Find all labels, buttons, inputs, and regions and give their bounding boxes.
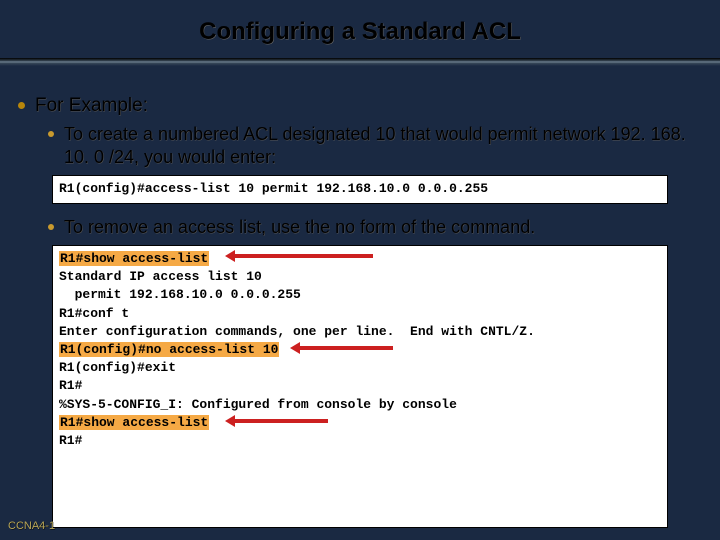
code-line-highlight: R1#show access-list [59, 415, 209, 430]
arrow-annotation-icon [233, 254, 373, 258]
code-line: R1# [59, 378, 82, 393]
code-block-create: R1(config)#access-list 10 permit 192.168… [52, 175, 668, 203]
arrow-annotation-icon [298, 346, 393, 350]
arrow-annotation-icon [233, 419, 328, 423]
code-line: R1(config)#exit [59, 360, 176, 375]
footer-left: CCNA4-1 [8, 520, 55, 532]
bullet-dot-icon [18, 102, 25, 109]
code-line: %SYS-5-CONFIG_I: Configured from console… [59, 397, 457, 412]
code-block-remove: R1#show access-list Standard IP access l… [52, 245, 668, 528]
bullet-text: To create a numbered ACL designated 10 t… [64, 123, 702, 170]
code-line: permit 192.168.10.0 0.0.0.255 [59, 287, 301, 302]
bullet-create: To create a numbered ACL designated 10 t… [48, 123, 702, 170]
slide-title: Configuring a Standard ACL [0, 0, 720, 58]
code-line-highlight: R1(config)#no access-list 10 [59, 342, 279, 357]
bullet-remove: To remove an access list, use the no for… [48, 216, 702, 239]
bullet-dot-icon [48, 224, 54, 230]
code-line: R1(config)#access-list 10 permit 192.168… [59, 181, 488, 196]
content-area: For Example: To create a numbered ACL de… [0, 94, 720, 528]
bullet-text: For Example: [35, 94, 148, 119]
bullet-text: To remove an access list, use the no for… [64, 216, 535, 239]
bullet-dot-icon [48, 131, 54, 137]
code-line: R1#conf t [59, 306, 129, 321]
code-line: R1# [59, 433, 82, 448]
code-line: Standard IP access list 10 [59, 269, 262, 284]
code-line-highlight: R1#show access-list [59, 251, 209, 266]
divider [0, 58, 720, 66]
bullet-for-example: For Example: [18, 94, 702, 119]
code-line: Enter configuration commands, one per li… [59, 324, 535, 339]
